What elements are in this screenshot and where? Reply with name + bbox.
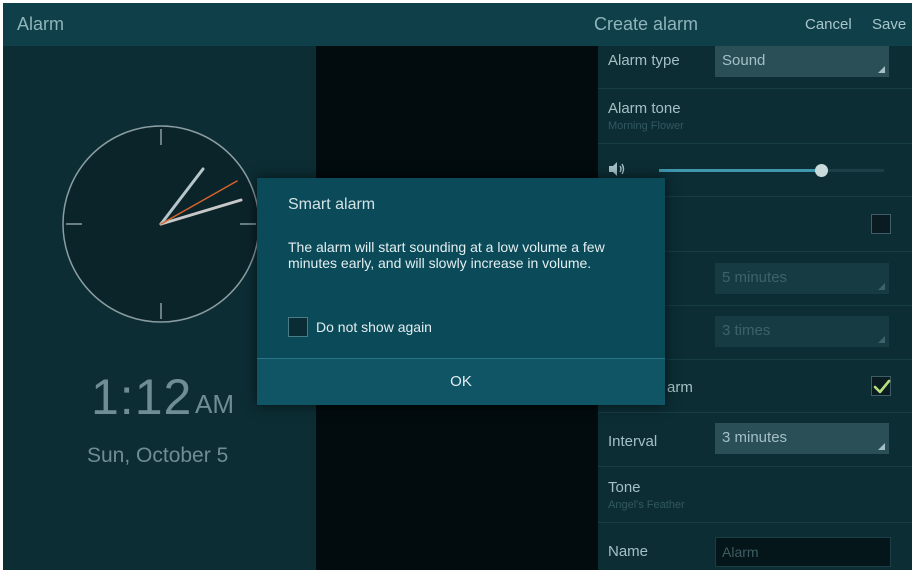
volume-slider-knob[interactable] bbox=[815, 164, 828, 177]
interval-label: Interval bbox=[608, 433, 658, 450]
time-ampm: AM bbox=[195, 389, 234, 419]
snooze-repeat-dropdown[interactable]: 3 times bbox=[715, 316, 889, 347]
snooze-duration-value: 5 minutes bbox=[722, 269, 788, 286]
app-title: Alarm bbox=[17, 14, 65, 34]
dialog-message: The alarm will start sounding at a low v… bbox=[288, 239, 605, 271]
dialog-title: Smart alarm bbox=[288, 196, 376, 213]
tone-value: Angel's Feather bbox=[608, 499, 685, 511]
app-window: Alarm Create alarm Cancel Save 1:12 AM S… bbox=[3, 3, 912, 570]
smart-alarm-label: arm bbox=[667, 379, 693, 396]
snooze-duration-dropdown[interactable]: 5 minutes bbox=[715, 263, 889, 294]
dropdown-triangle-icon bbox=[878, 66, 885, 73]
alarm-type-value: Sound bbox=[722, 52, 766, 69]
name-label: Name bbox=[608, 543, 649, 560]
smart-alarm-checkbox[interactable] bbox=[871, 376, 891, 396]
alarm-type-dropdown[interactable]: Sound bbox=[715, 46, 889, 77]
analog-clock bbox=[62, 125, 260, 323]
save-button[interactable]: Save bbox=[872, 16, 906, 33]
alarm-tone-label[interactable]: Alarm tone bbox=[608, 100, 681, 117]
interval-value: 3 minutes bbox=[722, 429, 788, 446]
dropdown-triangle-icon bbox=[878, 443, 885, 450]
create-alarm-title: Create alarm bbox=[594, 14, 699, 34]
checkmark-icon bbox=[873, 379, 891, 394]
volume-slider[interactable] bbox=[659, 164, 884, 177]
divider bbox=[598, 143, 912, 144]
smart-alarm-toggle-checkbox[interactable] bbox=[871, 214, 891, 234]
divider bbox=[598, 88, 912, 89]
ok-button[interactable]: OK bbox=[257, 359, 665, 405]
do-not-show-again-label[interactable]: Do not show again bbox=[316, 319, 432, 335]
do-not-show-again-checkbox[interactable] bbox=[288, 317, 308, 337]
date-label: Sun, October 5 bbox=[87, 444, 229, 467]
alarm-tone-value: Morning Flower bbox=[608, 120, 684, 132]
digital-time: 1:12 bbox=[91, 369, 193, 425]
divider bbox=[598, 522, 912, 523]
snooze-repeat-value: 3 times bbox=[722, 322, 771, 339]
alarm-name-input[interactable] bbox=[715, 537, 891, 567]
cancel-button[interactable]: Cancel bbox=[805, 16, 852, 33]
volume-slider-fill bbox=[659, 169, 821, 172]
divider bbox=[598, 466, 912, 467]
dropdown-triangle-icon bbox=[878, 336, 885, 343]
dropdown-triangle-icon bbox=[878, 283, 885, 290]
divider bbox=[598, 412, 912, 413]
interval-dropdown[interactable]: 3 minutes bbox=[715, 423, 889, 454]
smart-alarm-dialog: Smart alarm The alarm will start soundin… bbox=[257, 178, 665, 405]
top-bar: Alarm Create alarm Cancel Save bbox=[3, 3, 912, 46]
alarm-type-label: Alarm type bbox=[608, 52, 680, 69]
speaker-icon bbox=[609, 162, 625, 176]
tone-label[interactable]: Tone bbox=[608, 479, 641, 496]
